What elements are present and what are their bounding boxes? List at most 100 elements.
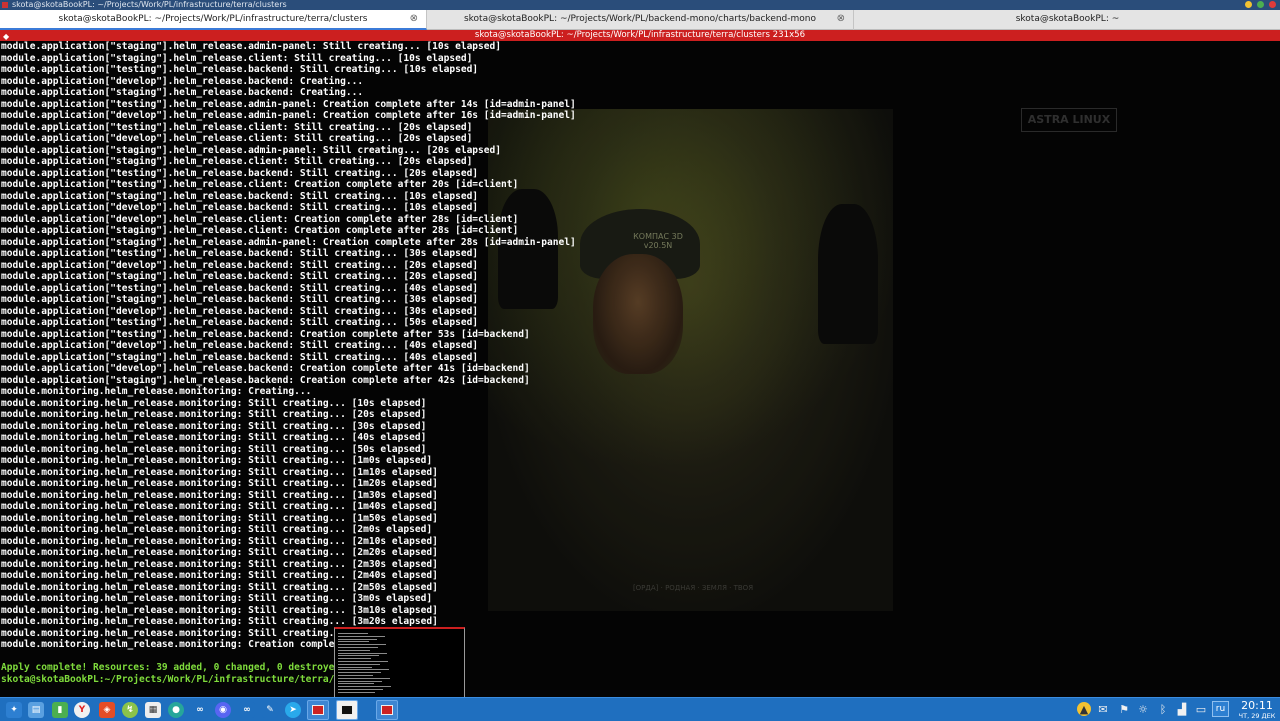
brightness-icon[interactable]: ☼ [1136, 702, 1150, 716]
tab-label: skota@skotaBookPL: ~/Projects/Work/PL/ba… [463, 14, 817, 24]
terminal-line: module.monitoring.helm_release.monitorin… [1, 432, 427, 443]
window-title: skota@skotaBookPL: ~/Projects/Work/PL/in… [12, 0, 287, 9]
mail-icon[interactable]: ✉ [1096, 702, 1110, 716]
terminal-line: module.application["testing"].helm_relea… [1, 282, 479, 294]
terminal-line: module.application["develop"].helm_relea… [1, 110, 576, 121]
ide-icon[interactable]: ↯ [122, 702, 138, 718]
terminal-output[interactable]: ASTRA LINUX КОМПАС 3D v20.5N [ОРДА] · РО… [0, 41, 1280, 697]
preview-line [338, 663, 380, 665]
taskbar-app-3[interactable] [376, 700, 398, 720]
terminal-line: module.monitoring.helm_release.monitorin… [1, 581, 438, 593]
terminal-line: module.monitoring.helm_release.monitorin… [1, 443, 427, 455]
terminal-line: module.application["staging"].helm_relea… [1, 225, 519, 236]
clock[interactable]: 20:11 ЧТ, 29 ДЕК [1234, 699, 1280, 720]
battery-icon[interactable]: ▭ [1194, 702, 1208, 716]
terminal-line: module.application["develop"].helm_relea… [1, 363, 530, 374]
clock-time: 20:11 [1241, 699, 1273, 712]
vpn-icon[interactable]: ∞ [239, 702, 255, 718]
preview-line [338, 691, 375, 693]
maximize-button[interactable] [1257, 1, 1264, 8]
taskbar: ✦ ▤ ▮ Y ◈ ↯ ▦ ● ∞ ◉ ∞ ✎ ➤ ▲ ✉ ⚑ ☼ ᛒ ▟ ▭ … [0, 697, 1280, 721]
terminal-line: module.application["develop"].helm_relea… [1, 75, 364, 87]
preview-line [338, 649, 370, 651]
flag-icon[interactable]: ⚑ [1117, 702, 1131, 716]
tab-backend-mono[interactable]: skota@skotaBookPL: ~/Projects/Work/PL/ba… [427, 10, 854, 30]
network-tool-icon[interactable]: ∞ [192, 702, 208, 718]
tab-close-icon[interactable]: ⊗ [410, 10, 418, 28]
terminal-line: module.monitoring.helm_release.monitorin… [1, 512, 438, 524]
terminal-header: ◆ skota@skotaBookPL: ~/Projects/Work/PL/… [0, 30, 1280, 41]
preview-line [338, 633, 368, 634]
preview-line [338, 669, 389, 671]
preview-line [338, 677, 390, 679]
preview-line [338, 666, 372, 668]
tab-label: skota@skotaBookPL: ~ [1015, 14, 1120, 24]
preview-line [338, 675, 373, 676]
tab-label: skota@skotaBookPL: ~/Projects/Work/PL/in… [58, 14, 368, 24]
wallpaper-logo: ASTRA LINUX [1021, 108, 1117, 132]
close-window-button[interactable] [1269, 1, 1276, 8]
notes-icon[interactable]: ✎ [262, 702, 278, 718]
terminal-line: module.application["testing"].helm_relea… [1, 179, 519, 190]
terminal-line: module.monitoring.helm_release.monitorin… [1, 466, 438, 478]
terminal-header-title: skota@skotaBookPL: ~/Projects/Work/PL/in… [474, 30, 806, 40]
taskbar-app-1[interactable] [307, 700, 329, 720]
terminal-line: module.application["staging"].helm_relea… [1, 294, 479, 305]
terminal-line: module.application["testing"].helm_relea… [1, 317, 479, 328]
yandex-browser-icon[interactable]: Y [74, 702, 90, 718]
terminal-line: module.monitoring.helm_release.monitorin… [1, 501, 438, 512]
minimize-button[interactable] [1245, 1, 1252, 8]
tab-close-icon[interactable]: ⊗ [837, 10, 845, 28]
preview-line [338, 641, 369, 643]
calculator-icon[interactable]: ▦ [145, 702, 161, 718]
git-client-icon[interactable]: ◈ [99, 702, 115, 718]
network-icon[interactable]: ▟ [1175, 702, 1189, 716]
shell-prompt[interactable]: skota@skotaBookPL:~/Projects/Work/PL/inf… [1, 674, 576, 686]
start-menu-icon[interactable]: ✦ [6, 702, 22, 718]
terminal-line: module.application["staging"].helm_relea… [1, 156, 473, 167]
terminal-line: module.application["develop"].helm_relea… [1, 213, 519, 225]
terminal-line: module.application["staging"].helm_relea… [1, 87, 364, 98]
terminal-line: module.monitoring.helm_release.monitorin… [1, 627, 346, 639]
terminal-line: module.application["develop"].helm_relea… [1, 340, 479, 351]
wallpaper-badge: КОМПАС 3D v20.5N [633, 232, 683, 250]
messenger-icon[interactable]: ● [168, 702, 184, 718]
terminal-line: module.application["develop"].helm_relea… [1, 133, 473, 144]
preview-line [338, 655, 379, 657]
window-titlebar[interactable]: skota@skotaBookPL: ~/Projects/Work/PL/in… [0, 0, 1280, 10]
window-preview-thumbnail[interactable] [334, 627, 465, 699]
terminal-line: module.monitoring.helm_release.monitorin… [1, 386, 312, 397]
text-editor-icon[interactable]: ▮ [52, 702, 68, 718]
terminal-app-icon [2, 2, 8, 8]
update-icon[interactable]: ▲ [1077, 702, 1091, 716]
terminal-lines: module.application["staging"].helm_relea… [1, 41, 576, 685]
terminal-line: module.application["testing"].helm_relea… [1, 248, 479, 259]
terminal-line: module.application["staging"].helm_relea… [1, 271, 479, 282]
terminal-line: module.application["testing"].helm_relea… [1, 328, 530, 340]
wallpaper-bear [593, 254, 683, 374]
preview-line [338, 680, 382, 682]
apply-summary: Apply complete! Resources: 39 added, 0 c… [1, 662, 346, 673]
terminal-line: module.monitoring.helm_release.monitorin… [1, 478, 438, 489]
terminal-line: module.monitoring.helm_release.monitorin… [1, 604, 438, 616]
taskbar-app-terminal[interactable] [336, 700, 358, 720]
tab-home[interactable]: skota@skotaBookPL: ~ [854, 10, 1280, 30]
tab-clusters[interactable]: skota@skotaBookPL: ~/Projects/Work/PL/in… [0, 10, 427, 30]
terminal-line: module.monitoring.helm_release.monitorin… [1, 558, 438, 570]
telegram-icon[interactable]: ➤ [285, 702, 301, 718]
terminal-line: module.monitoring.helm_release.monitorin… [1, 524, 433, 535]
clock-date: ЧТ, 29 ДЕК [1238, 712, 1276, 720]
terminal-line: module.application["testing"].helm_relea… [1, 98, 576, 110]
terminal-line: module.application["staging"].helm_relea… [1, 52, 473, 64]
bluetooth-icon[interactable]: ᛒ [1156, 702, 1170, 716]
terminal-line: module.application["develop"].helm_relea… [1, 202, 479, 213]
keyboard-layout-indicator[interactable]: ru [1212, 701, 1229, 717]
terminal-line: module.monitoring.helm_release.monitorin… [1, 489, 438, 501]
file-manager-icon[interactable]: ▤ [28, 702, 44, 718]
preview-line [338, 647, 378, 648]
terminal-line: module.application["staging"].helm_relea… [1, 144, 502, 156]
discord-icon[interactable]: ◉ [215, 702, 231, 718]
preview-line [338, 683, 374, 685]
terminal-line: module.application["testing"].helm_relea… [1, 167, 479, 179]
